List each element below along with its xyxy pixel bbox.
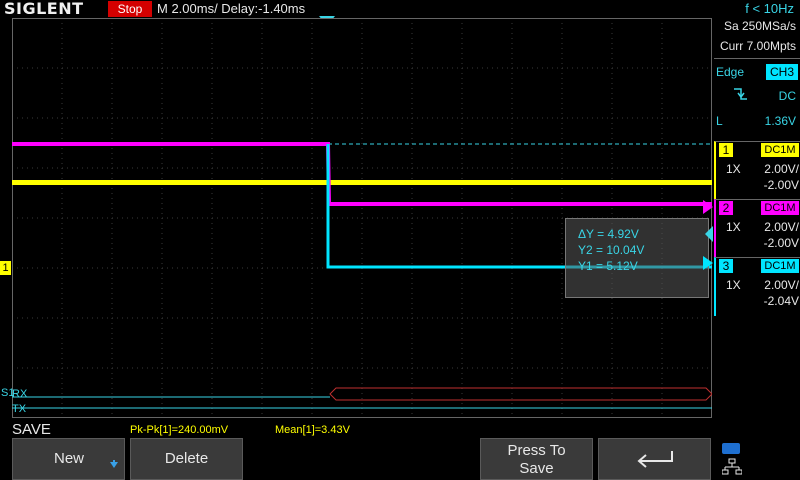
menu-title: SAVE (12, 421, 51, 438)
new-button[interactable]: New (12, 438, 125, 480)
channel-probe: 1X (726, 220, 741, 234)
channel-offset: -2.04V (763, 294, 799, 308)
tx-label: TX (12, 403, 27, 415)
ch1-trace (12, 180, 712, 185)
rx-label: RX (12, 388, 28, 400)
trigger-level-value: 1.36V (764, 114, 796, 128)
trigger-coupling: DC (778, 89, 796, 103)
channel-coupling: DC1M (761, 143, 799, 157)
cursor-y2: Y2 = 10.04V (578, 243, 645, 257)
trigger-type: Edge (716, 65, 745, 79)
back-button[interactable] (598, 438, 711, 480)
menu-status-bar: SAVE Pk-Pk[1]=240.00mV Mean[1]=3.43V (0, 420, 800, 438)
channel-probe: 1X (726, 162, 741, 176)
channel-vdiv: 2.00V/ (764, 220, 799, 234)
top-status-bar: SIGLENT Stop M 2.00ms/ Delay:-1.40ms f <… (0, 0, 800, 18)
channel-offset: -2.00V (763, 236, 799, 250)
ch2-position-marker-icon[interactable] (703, 200, 713, 214)
channel-number: 1 (719, 143, 733, 157)
run-state-badge[interactable]: Stop (108, 1, 152, 17)
channel-offset: -2.00V (763, 178, 799, 192)
cursor-delta-y: ΔY = 4.92V (578, 227, 639, 241)
trigger-panel[interactable]: Edge CH3 DC L 1.36V (714, 58, 800, 139)
ch1-ground-marker[interactable]: 1 (0, 261, 11, 275)
trigger-level-label: L (716, 114, 723, 128)
channel-coupling: DC1M (761, 259, 799, 273)
ch3-position-marker-icon[interactable] (703, 256, 713, 270)
usb-icon (722, 443, 740, 454)
channel-number: 2 (719, 201, 733, 215)
press-to-save-button[interactable]: Press To Save (480, 438, 593, 480)
press-to-save-line1: Press To (507, 442, 566, 459)
timebase-readout: M 2.00ms/ Delay:-1.40ms (157, 1, 306, 16)
delete-button[interactable]: Delete (130, 438, 243, 480)
cursor-level-marker-icon[interactable] (703, 226, 713, 242)
channel-coupling: DC1M (761, 201, 799, 215)
measure-mean: Mean[1]=3.43V (275, 424, 350, 436)
channel-number: 3 (719, 259, 733, 273)
cursor-y1: Y1 = 5.12V (578, 259, 638, 273)
cursor-readout-panel[interactable]: ΔY = 4.92V Y2 = 10.04V Y1 = 5.12V (565, 218, 709, 298)
channel-vdiv: 2.00V/ (764, 162, 799, 176)
falling-edge-icon (734, 88, 747, 100)
brand-logo: SIGLENT (4, 0, 84, 18)
measure-pkpk: Pk-Pk[1]=240.00mV (130, 424, 229, 436)
sample-rate: Sa 250MSa/s (723, 19, 796, 33)
channel-probe: 1X (726, 278, 741, 292)
return-arrow-icon (637, 451, 673, 468)
frequency-counter: f < 10Hz (745, 1, 794, 16)
press-to-save-line2: Save (519, 460, 554, 477)
new-label: New (54, 450, 85, 467)
trigger-source: CH3 (766, 64, 798, 80)
memory-depth: Curr 7.00Mpts (719, 39, 796, 53)
channel-vdiv: 2.00V/ (764, 278, 799, 292)
network-icon (722, 458, 742, 475)
arrow-down-icon (110, 460, 118, 468)
